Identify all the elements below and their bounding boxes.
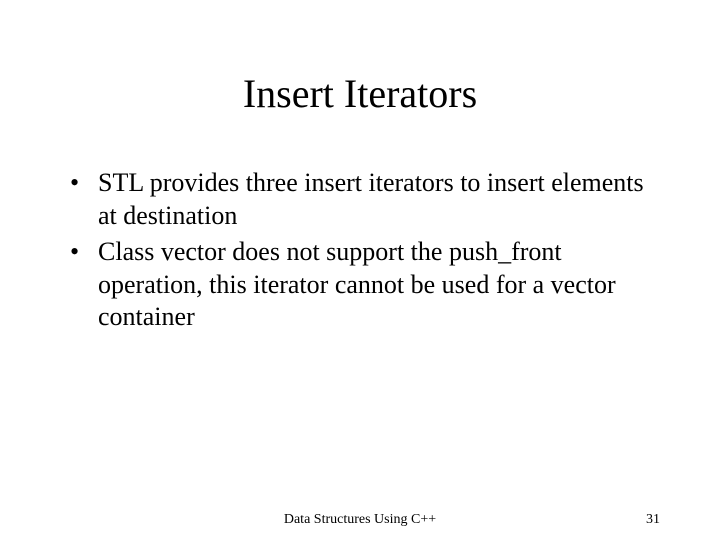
list-item: Class vector does not support the push_f… bbox=[70, 236, 660, 334]
slide: Insert Iterators STL provides three inse… bbox=[0, 0, 720, 540]
footer-text: Data Structures Using C++ bbox=[284, 512, 436, 528]
bullet-list: STL provides three insert iterators to i… bbox=[60, 167, 660, 334]
page-number: 31 bbox=[646, 512, 660, 528]
list-item: STL provides three insert iterators to i… bbox=[70, 167, 660, 232]
slide-title: Insert Iterators bbox=[60, 70, 660, 117]
